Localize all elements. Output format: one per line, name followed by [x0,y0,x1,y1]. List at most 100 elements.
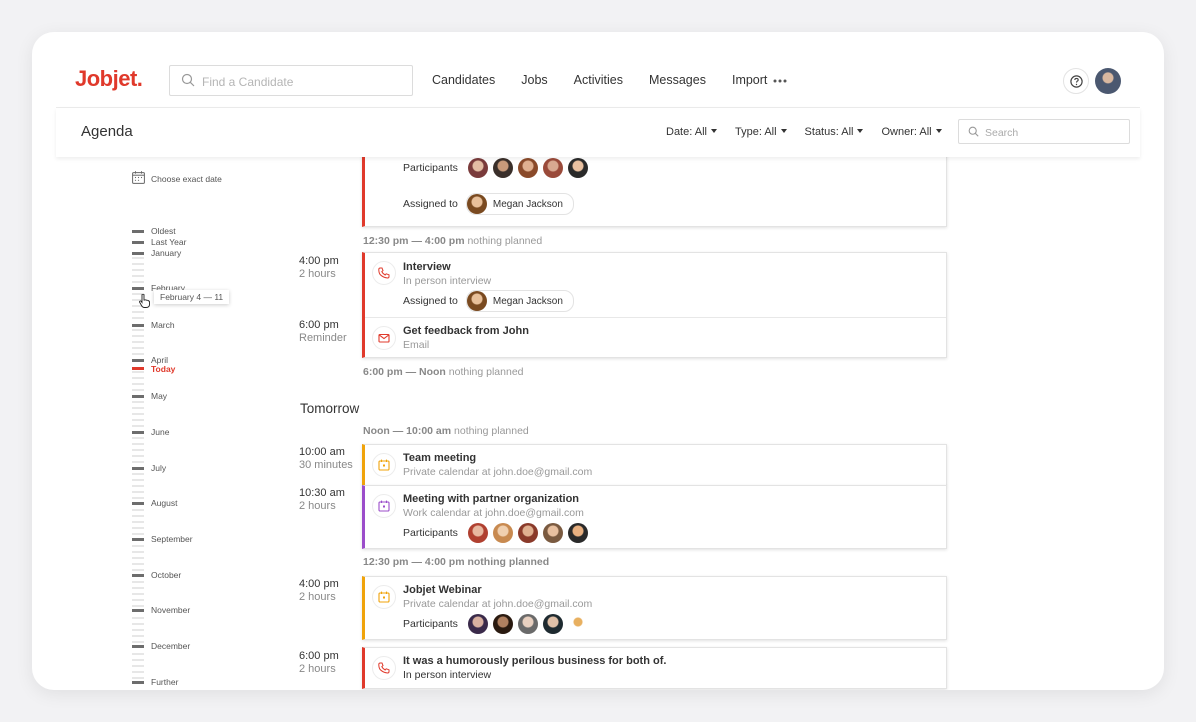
event-title[interactable]: Jobjet Webinar [403,584,482,596]
assignee-chip[interactable]: Megan Jackson [465,193,574,215]
timeline-label-oldest[interactable]: Oldest [151,226,176,236]
avatar[interactable] [492,158,513,178]
agenda-content[interactable]: Choose exact date Oldest Last Year Janua… [32,157,1164,690]
event-card-partial[interactable]: Participants Assigned to Megan Jackson [362,157,947,227]
event-title[interactable]: Get feedback from John [403,325,529,337]
avatar[interactable] [542,158,563,178]
timeline-tick [132,509,144,511]
participants-row: Participants [403,523,593,543]
timeline-tick [132,665,144,667]
event-title[interactable]: Team meeting [403,452,476,464]
avatar[interactable] [517,614,538,634]
assigned-label: Assigned to [403,295,458,307]
timeline-tick [132,407,144,409]
choose-exact-date[interactable]: Choose exact date [132,171,222,189]
event-webinar[interactable]: Jobjet Webinar Private calendar at john.… [365,577,946,639]
nav-messages[interactable]: Messages [649,73,706,87]
user-avatar[interactable] [1095,68,1121,94]
timeline-label-today[interactable]: Today [151,364,175,374]
timeline-tick [132,677,144,679]
date-timeline[interactable]: Choose exact date Oldest Last Year Janua… [132,157,292,690]
filter-status[interactable]: Status: All [805,126,864,138]
timeline-tick [132,515,144,517]
timeline-tick-major [132,287,144,290]
avatar[interactable] [492,523,513,543]
timeline-tick [132,275,144,277]
event-title[interactable]: Interview [403,261,451,273]
timeline-tick [132,461,144,463]
timeline-tick [132,335,144,337]
avatar[interactable] [567,614,588,634]
gap-text: nothing planned [454,425,529,437]
timeline-label-further[interactable]: Further [151,677,178,687]
timeline-tick [132,341,144,343]
timeline-label-march[interactable]: March [151,320,175,330]
event-card-team-meeting[interactable]: Team meeting Private calendar at john.do… [362,444,947,486]
agenda-search-field[interactable] [958,119,1130,144]
avatar[interactable] [467,523,488,543]
timeline-tick [132,605,144,607]
assignee-chip[interactable]: Megan Jackson [465,290,574,312]
timeline-tick [132,581,144,583]
avatar[interactable] [517,523,538,543]
timeline-tick-major [132,538,144,541]
time-slot: 10:00 am 30 minutes [299,446,353,472]
filter-owner[interactable]: Owner: All [881,126,942,138]
timeline-label-august[interactable]: August [151,498,177,508]
nav-import[interactable]: Import [732,73,767,87]
timeline-tick [132,653,144,655]
time-slot: 10:30 am 2 hours [299,487,345,513]
event-card-partner-meeting[interactable]: Meeting with partner organization Work c… [362,485,947,549]
avatar[interactable] [467,614,488,634]
timeline-label-december[interactable]: December [151,641,190,651]
timeline-label-may[interactable]: May [151,391,167,401]
timeline-tick-major [132,324,144,327]
timeline-label-july[interactable]: July [151,463,166,473]
event-partner-meeting[interactable]: Meeting with partner organization Work c… [365,486,946,548]
caret-down-icon [780,129,787,133]
nav-candidates[interactable]: Candidates [432,73,495,87]
timeline-tick [132,473,144,475]
more-horizontal-icon[interactable] [773,79,787,83]
event-title[interactable]: Meeting with partner organization [403,493,579,505]
event-title[interactable]: It was a humorously perilous business fo… [403,655,666,667]
avatar[interactable] [567,158,588,178]
event-card-interview-group[interactable]: Interview In person interview Assigned t… [362,252,947,358]
event-card-webinar[interactable]: Jobjet Webinar Private calendar at john.… [362,576,947,640]
time-start: 10:30 am [299,487,345,499]
timeline-label-january[interactable]: January [151,248,181,258]
filter-date[interactable]: Date: All [666,126,717,138]
find-candidate-field[interactable] [169,65,413,96]
event-feedback[interactable]: Get feedback from John Email [365,318,946,358]
avatar[interactable] [567,523,588,543]
timeline-label-october[interactable]: October [151,570,181,580]
filter-type-label: Type: All [734,126,777,138]
event-interview[interactable]: Interview In person interview Assigned t… [365,253,946,318]
agenda-search-input[interactable] [983,125,1127,141]
avatar[interactable] [517,158,538,178]
time-start: 4:00 pm [299,255,339,267]
timeline-tick [132,353,144,355]
choose-exact-date-label: Choose exact date [151,174,222,184]
find-candidate-input[interactable] [200,72,404,92]
jobjet-logo[interactable]: Jobjet. [75,66,143,92]
help-circle-icon[interactable] [1063,68,1089,94]
avatar[interactable] [492,614,513,634]
hand-cursor-icon [139,294,150,308]
timeline-tick [132,545,144,547]
event-item[interactable]: Participants Assigned to Megan Jackson [365,157,946,226]
filter-type[interactable]: Type: All [735,126,787,138]
timeline-label-last-year[interactable]: Last Year [151,237,186,247]
timeline-label-november[interactable]: November [151,605,190,615]
timeline-label-june[interactable]: June [151,427,169,437]
avatar[interactable] [542,614,563,634]
nav-activities[interactable]: Activities [574,73,623,87]
timeline-label-september[interactable]: September [151,534,193,544]
avatar[interactable] [542,523,563,543]
event-team-meeting[interactable]: Team meeting Private calendar at john.do… [365,445,946,485]
gap-nothing-planned: Noon — 10:00 am nothing planned [363,425,529,437]
event-card-business[interactable]: It was a humorously perilous business fo… [362,647,947,689]
avatar[interactable] [467,158,488,178]
nav-jobs[interactable]: Jobs [521,73,547,87]
event-business[interactable]: It was a humorously perilous business fo… [365,648,946,688]
